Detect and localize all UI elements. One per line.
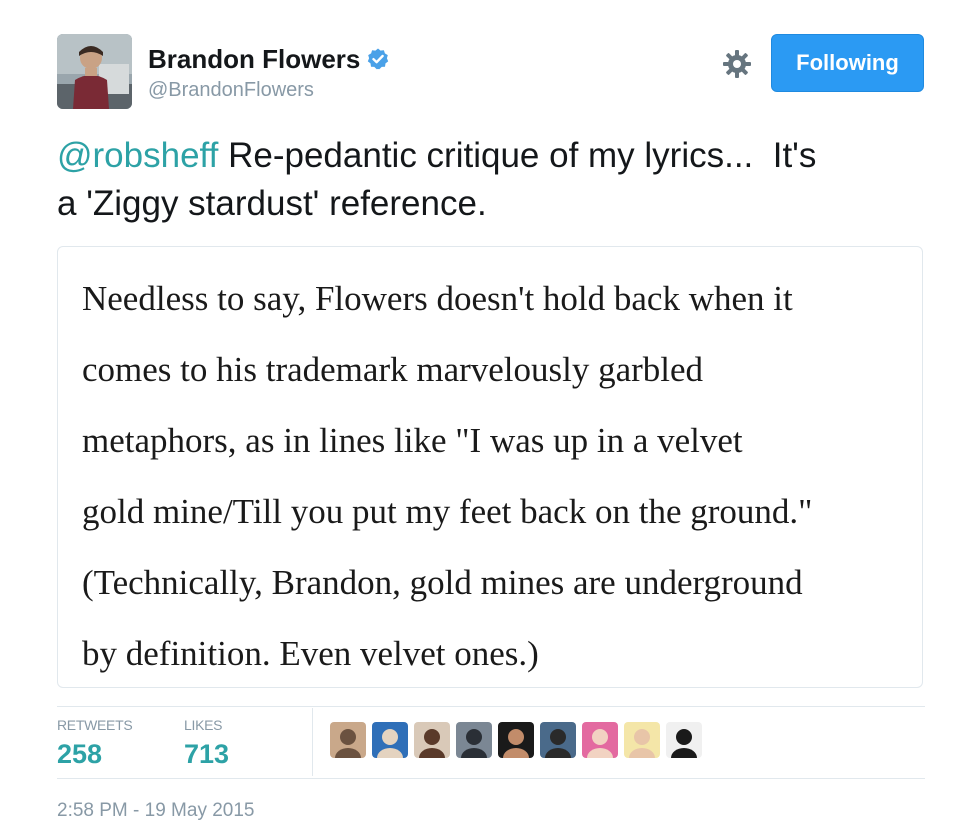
quote-line: gold mine/Till you put my feet back on t… <box>82 492 813 531</box>
quote-line: by definition. Even velvet ones.) <box>82 634 539 673</box>
quote-line: metaphors, as in lines like "I was up in… <box>82 421 743 460</box>
retweets-stat[interactable]: RETWEETS 258 <box>57 716 133 770</box>
user-avatar-icon <box>372 722 408 758</box>
retweets-label: RETWEETS <box>57 717 133 733</box>
user-avatar-icon <box>456 722 492 758</box>
user-avatar-icon <box>330 722 366 758</box>
liker-avatar-6[interactable] <box>540 722 576 758</box>
user-avatar-icon <box>666 722 702 758</box>
user-avatar-icon <box>498 722 534 758</box>
profile-photo-icon <box>57 34 132 109</box>
verified-badge-icon <box>368 48 389 70</box>
author-display-name[interactable]: Brandon Flowers <box>148 44 360 74</box>
quote-line: (Technically, Brandon, gold mines are un… <box>82 563 803 602</box>
likes-label: LIKES <box>184 717 223 733</box>
mention-link[interactable]: @robsheff <box>57 136 218 175</box>
following-button[interactable]: Following <box>771 34 924 92</box>
retweets-count: 258 <box>57 739 103 769</box>
stats-separator <box>312 708 313 776</box>
attached-image-card[interactable]: Needless to say, Flowers doesn't hold ba… <box>57 246 923 688</box>
liker-avatar-3[interactable] <box>414 722 450 758</box>
likes-count: 713 <box>184 739 230 769</box>
liker-avatar-1[interactable] <box>330 722 366 758</box>
tweet-text-line1-rest: Re-pedantic critique of my lyrics... It'… <box>218 136 817 175</box>
author-avatar[interactable] <box>57 34 132 109</box>
tweet-card: Brandon Flowers @BrandonFlowers Followin… <box>0 0 980 833</box>
liker-avatar-4[interactable] <box>456 722 492 758</box>
author-info: Brandon Flowers @BrandonFlowers <box>148 44 390 102</box>
liker-avatar-8[interactable] <box>624 722 660 758</box>
display-name-row: Brandon Flowers <box>148 44 390 74</box>
user-avatar-icon <box>414 722 450 758</box>
tweet-text-line-1: @robsheff Re-pedantic critique of my lyr… <box>57 132 937 180</box>
liker-avatar-5[interactable] <box>498 722 534 758</box>
quote-line: comes to his trademark marvelously garbl… <box>82 350 704 389</box>
quote-text: Needless to say, Flowers doesn't hold ba… <box>82 263 922 689</box>
user-avatar-icon <box>624 722 660 758</box>
author-handle[interactable]: @BrandonFlowers <box>148 78 390 102</box>
gear-icon[interactable] <box>721 48 753 80</box>
user-avatar-icon <box>540 722 576 758</box>
liker-avatar-2[interactable] <box>372 722 408 758</box>
likes-stat[interactable]: LIKES 713 <box>184 716 229 770</box>
liker-avatars <box>330 722 702 758</box>
quote-line: Needless to say, Flowers doesn't hold ba… <box>82 279 793 318</box>
stats-divider-top <box>57 706 925 707</box>
liker-avatar-9[interactable] <box>666 722 702 758</box>
stats-divider-bottom <box>57 778 925 779</box>
tweet-text-line-2: a 'Ziggy stardust' reference. <box>57 184 487 223</box>
tweet-timestamp[interactable]: 2:58 PM - 19 May 2015 <box>57 799 255 823</box>
user-avatar-icon <box>582 722 618 758</box>
liker-avatar-7[interactable] <box>582 722 618 758</box>
tweet-text: @robsheff Re-pedantic critique of my lyr… <box>57 132 937 228</box>
